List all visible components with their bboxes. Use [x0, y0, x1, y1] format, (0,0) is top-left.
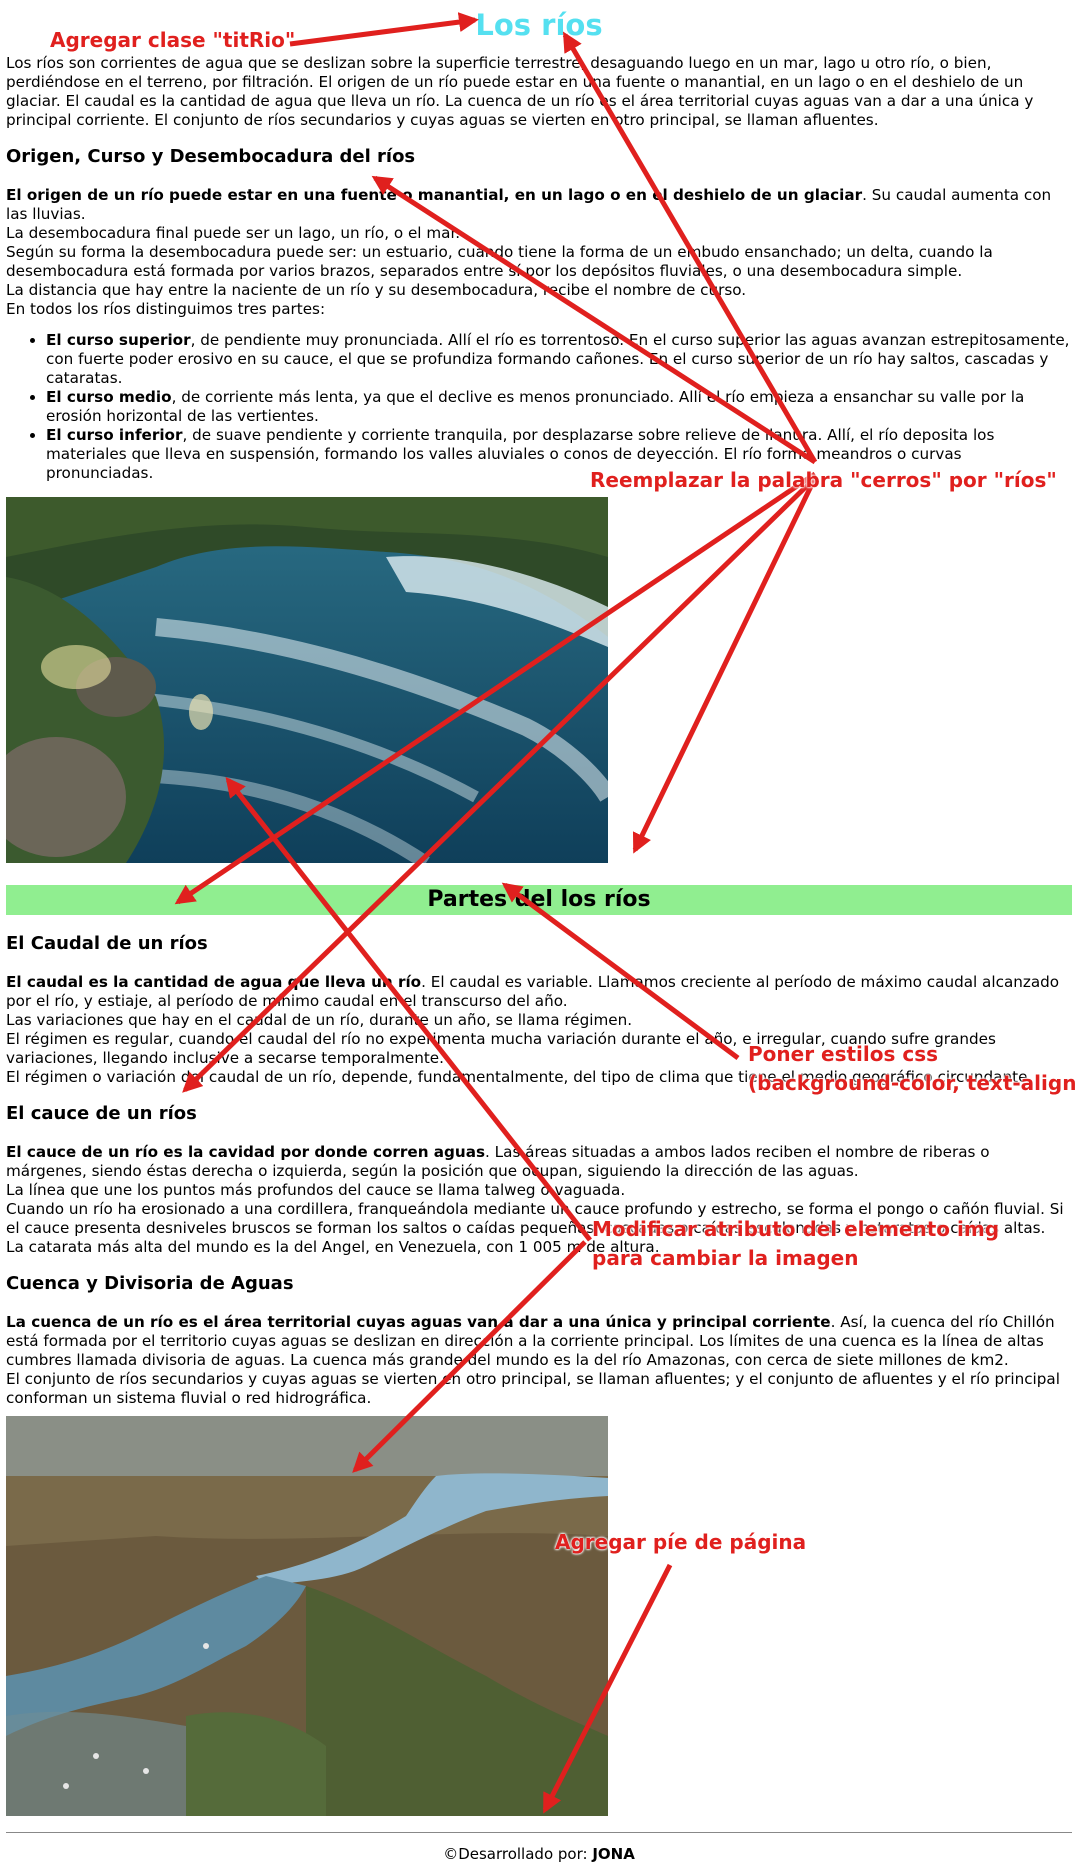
cuenca-line-2: El conjunto de ríos secundarios y cuyas …	[6, 1370, 1060, 1407]
page-footer: ©Desarrollado por: JONA	[6, 1832, 1072, 1864]
footer-prefix: ©Desarrollado por:	[443, 1845, 593, 1863]
list-item-text: , de corriente más lenta, ya que el decl…	[46, 388, 1025, 425]
origen-bold: El origen de un río puede estar en una f…	[6, 186, 863, 204]
origen-line-4: La distancia que hay entre la naciente d…	[6, 281, 747, 299]
annotation-modify-img: Modificar atributo del elemento img para …	[592, 1215, 999, 1273]
list-item-bold: El curso medio	[46, 388, 172, 406]
cauce-line-2: La línea que une los puntos más profundo…	[6, 1181, 626, 1199]
section-heading-cuenca: Cuenca y Divisoria de Aguas	[6, 1273, 294, 1294]
section-heading-cauce: El cauce de un ríos	[6, 1103, 197, 1124]
cuenca-paragraph: La cuenca de un río es el área territori…	[6, 1313, 1072, 1408]
list-item-text: , de pendiente muy pronunciada. Allí el …	[46, 331, 1070, 387]
page-content: Los ríos Los ríos son corrientes de agua…	[6, 0, 1072, 1864]
origen-paragraph: El origen de un río puede estar en una f…	[6, 186, 1072, 319]
list-item: El curso superior, de pendiente muy pron…	[46, 331, 1072, 388]
list-item: El curso medio, de corriente más lenta, …	[46, 388, 1072, 426]
annotation-css-line-2: (background-color, text-align)	[748, 1071, 1075, 1095]
section-heading-caudal: El Caudal de un ríos	[6, 933, 208, 954]
river-rapids-image	[6, 497, 608, 863]
cuenca-bold: La cuenca de un río es el área territori…	[6, 1313, 831, 1331]
river-basin-image	[6, 1416, 608, 1816]
annotation-css-line-1: Poner estilos css	[748, 1042, 939, 1066]
curso-list: El curso superior, de pendiente muy pron…	[6, 331, 1072, 483]
footer-author: JONA	[592, 1845, 635, 1863]
list-item-bold: El curso superior	[46, 331, 191, 349]
annotation-replace-word: Reemplazar la palabra "cerros" por "ríos…	[590, 468, 1057, 492]
annotation-css-styles: Poner estilos css (background-color, text…	[748, 1040, 1075, 1098]
cauce-bold: El cauce de un río es la cavidad por don…	[6, 1143, 486, 1161]
annotation-img-line-2: para cambiar la imagen	[592, 1246, 859, 1270]
list-item-bold: El curso inferior	[46, 426, 183, 444]
origen-line-5: En todos los ríos distinguimos tres part…	[6, 300, 326, 318]
intro-paragraph: Los ríos son corrientes de agua que se d…	[6, 54, 1034, 129]
section-heading-origen: Origen, Curso y Desembocadura del ríos	[6, 146, 416, 167]
annotation-add-class: Agregar clase "titRio"	[50, 28, 296, 52]
cauce-line-4: La catarata más alta del mundo es la del…	[6, 1238, 660, 1256]
origen-line-3: Según su forma la desembocadura puede se…	[6, 243, 993, 280]
annotation-img-line-1: Modificar atributo del elemento img	[592, 1217, 1000, 1241]
caudal-line-2: Las variaciones que hay en el caudal de …	[6, 1011, 633, 1029]
origen-line-2: La desembocadura final puede ser un lago…	[6, 224, 461, 242]
annotation-add-footer: Agregar píe de página	[555, 1530, 807, 1554]
parts-heading: Partes del los ríos	[6, 885, 1072, 915]
caudal-bold: El caudal es la cantidad de agua que lle…	[6, 973, 422, 991]
